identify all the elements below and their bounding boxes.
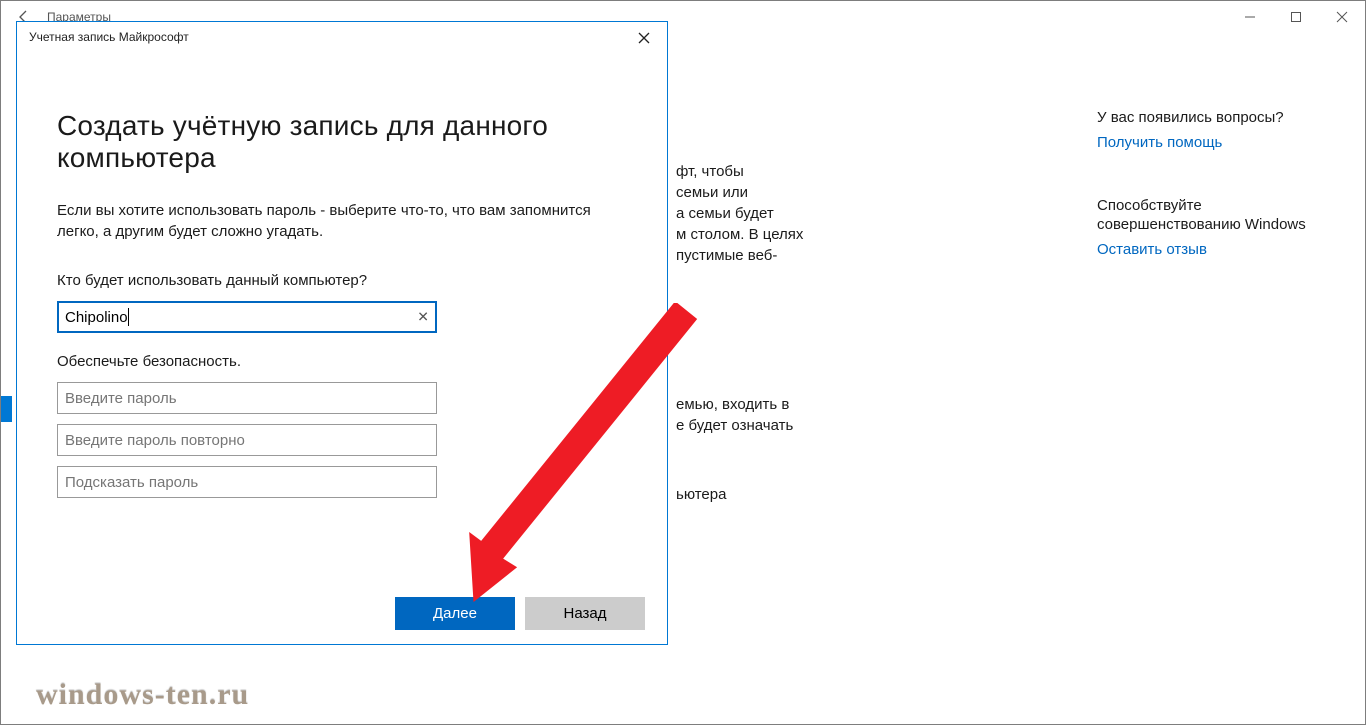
password-hint-input[interactable]: Подсказать пароль <box>57 466 437 498</box>
next-button[interactable]: Далее <box>395 597 515 630</box>
minimize-button[interactable] <box>1227 1 1273 33</box>
password-repeat-input[interactable]: Введите пароль повторно <box>57 424 437 456</box>
password-input[interactable]: Введите пароль <box>57 382 437 414</box>
bg-paragraph-3: ьютера <box>676 486 726 503</box>
dialog-close-button[interactable] <box>621 22 667 54</box>
bg-paragraph-2: емью, входить в е будет означать <box>676 394 876 436</box>
username-value: Chipolino <box>65 309 128 326</box>
username-input[interactable]: Chipolino ✕ <box>57 301 437 333</box>
maximize-button[interactable] <box>1273 1 1319 33</box>
watermark: windows-ten.ru <box>36 678 249 712</box>
bg-paragraph-1: фт, чтобы семьи или а семьи будет м стол… <box>676 161 856 266</box>
clear-icon[interactable]: ✕ <box>417 309 429 326</box>
security-label: Обеспечьте безопасность. <box>57 353 627 370</box>
help-question: У вас появились вопросы? <box>1097 109 1337 126</box>
close-button[interactable] <box>1319 1 1365 33</box>
feedback-link[interactable]: Оставить отзыв <box>1097 241 1337 258</box>
create-account-dialog: Учетная запись Майкрософт Создать учётну… <box>16 21 668 645</box>
feedback-label-2: совершенствованию Windows <box>1097 216 1337 233</box>
feedback-label-1: Способствуйте <box>1097 197 1337 214</box>
sidebar-selection-indicator <box>1 396 12 422</box>
back-button[interactable]: Назад <box>525 597 645 630</box>
dialog-description: Если вы хотите использовать пароль - выб… <box>57 200 617 242</box>
username-label: Кто будет использовать данный компьютер? <box>57 272 627 289</box>
dialog-heading: Создать учётную запись для данного компь… <box>57 110 627 174</box>
dialog-title: Учетная запись Майкрософт <box>29 30 189 44</box>
help-link[interactable]: Получить помощь <box>1097 134 1337 151</box>
